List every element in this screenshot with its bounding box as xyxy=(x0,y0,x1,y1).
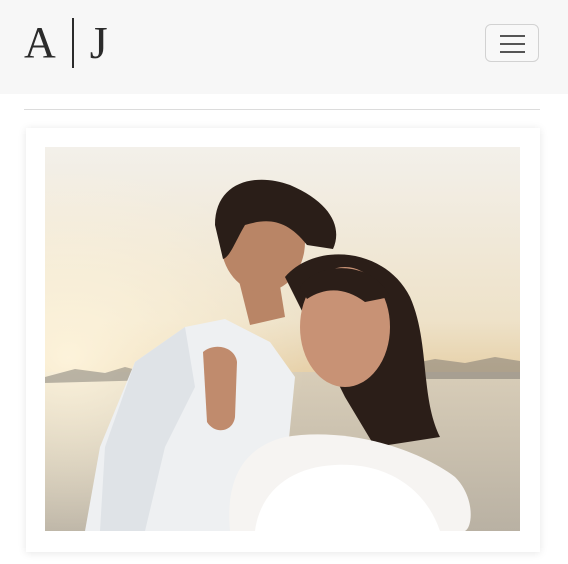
logo-initial-a: A xyxy=(24,18,56,67)
logo-divider xyxy=(71,18,74,68)
section-divider xyxy=(24,109,540,110)
hamburger-icon-line xyxy=(500,43,525,45)
logo-initial-j: J xyxy=(89,17,108,68)
navbar: A J xyxy=(0,0,568,94)
menu-toggle-button[interactable] xyxy=(485,24,539,62)
hamburger-icon-line xyxy=(500,51,525,53)
site-logo[interactable]: A J xyxy=(24,12,108,74)
engagement-photo[interactable] xyxy=(45,147,520,531)
hamburger-icon xyxy=(500,35,525,37)
